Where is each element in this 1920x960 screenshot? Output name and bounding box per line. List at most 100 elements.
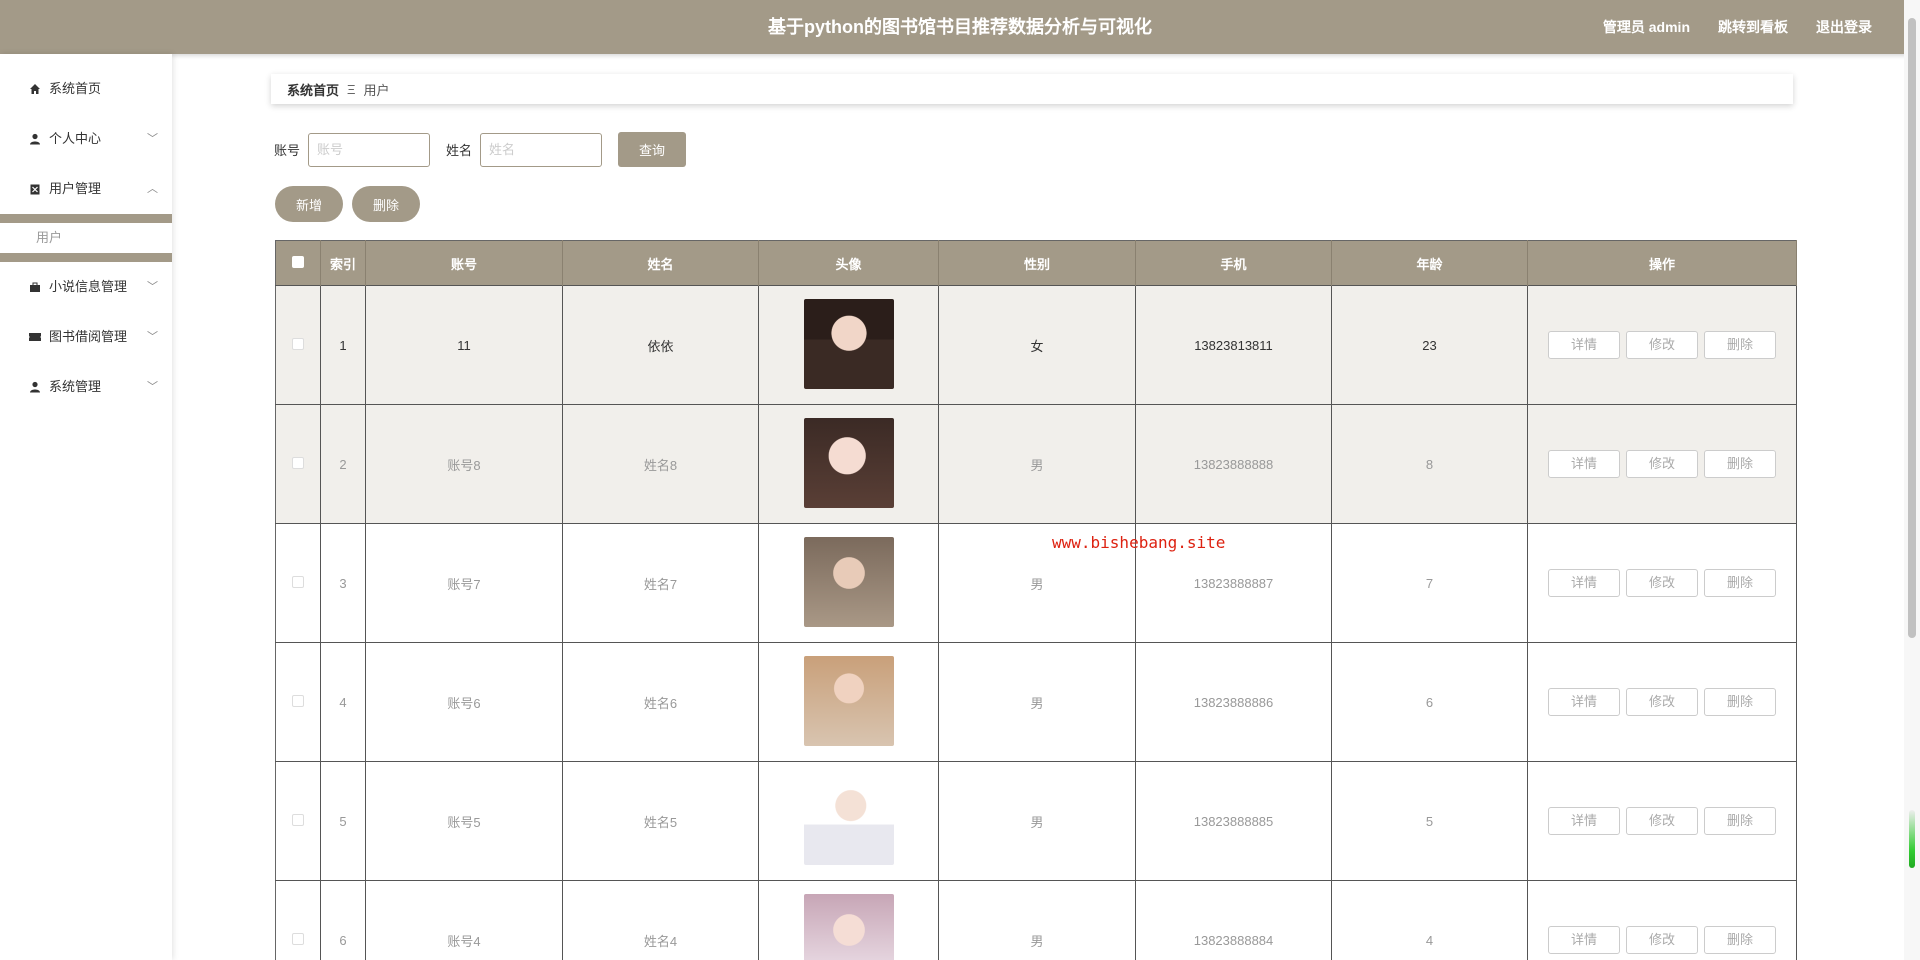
detail-button[interactable]: 详情 [1548, 688, 1620, 716]
cell-gender: 女 [938, 285, 1136, 405]
query-button[interactable]: 查询 [618, 132, 687, 167]
chevron-down-icon: ﹀ [147, 133, 158, 145]
admin-label: 管理员 admin [1602, 19, 1690, 35]
batch-delete-button[interactable]: 删除 [352, 186, 420, 222]
chevron-down-icon: ﹀ [147, 381, 158, 393]
top-bar-links: 管理员 admin 跳转到看板 退出登录 [1603, 0, 1872, 54]
top-bar: 基于python的图书馆书目推荐数据分析与可视化 管理员 admin 跳转到看板… [0, 0, 1920, 54]
account-search-input[interactable] [308, 132, 431, 167]
column-header-actions: 操作 [1527, 240, 1797, 286]
delete-button[interactable]: 删除 [1704, 688, 1776, 716]
cell-phone: 13823813811 [1135, 285, 1332, 405]
sidebar-item-personal-center[interactable]: 个人中心 ﹀ [0, 114, 172, 164]
column-header-avatar: 头像 [758, 240, 939, 286]
row-select-cell [275, 285, 321, 405]
delete-button[interactable]: 删除 [1704, 926, 1776, 954]
table-row[interactable]: 6 账号4 姓名4 男 13823888884 4 详情 修改 删除 [275, 880, 1797, 960]
delete-button[interactable]: 删除 [1704, 331, 1776, 359]
edit-button[interactable]: 修改 [1626, 331, 1698, 359]
row-checkbox[interactable] [292, 813, 304, 826]
sidebar-item-label: 小说信息管理 [49, 279, 128, 294]
row-select-cell [275, 761, 321, 881]
sidebar-item-book-borrow[interactable]: 图书借阅管理 ﹀ [0, 312, 172, 362]
table-header-row: 索引 账号 姓名 头像 性别 手机 年龄 操作 [275, 240, 1797, 286]
cell-index: 6 [320, 880, 366, 960]
cell-name: 姓名7 [562, 523, 759, 643]
clipboard-icon [25, 182, 45, 196]
avatar [803, 536, 894, 627]
action-buttons: 新增 删除 [275, 186, 420, 222]
edit-button[interactable]: 修改 [1626, 926, 1698, 954]
row-checkbox[interactable] [292, 337, 304, 350]
row-checkbox[interactable] [292, 932, 304, 945]
cell-actions: 详情 修改 删除 [1527, 880, 1797, 960]
cell-index: 3 [320, 523, 366, 643]
search-bar: 账号 姓名 查询 [274, 132, 687, 167]
table-row[interactable]: 1 11 依依女 13823813811 23 详情 修改 删除 [275, 285, 1797, 405]
row-select-cell [275, 523, 321, 643]
cell-account: 账号8 [365, 404, 563, 524]
cell-age: 7 [1331, 523, 1528, 643]
delete-button[interactable]: 删除 [1704, 807, 1776, 835]
name-search-input[interactable] [480, 132, 603, 167]
main-content: 系统首页 Ξ 用户 账号 姓名 查询 新增 删除 索引 账号 姓名 头像 性别 … [172, 54, 1892, 960]
page-scrollbar[interactable] [1904, 0, 1920, 960]
table-row[interactable]: 3 账号7 姓名7 男 13823888887 7 详情 修改 删除 [275, 523, 1797, 643]
cell-gender: 男 [938, 761, 1136, 881]
cell-name: 依依 [562, 285, 759, 405]
dashboard-link[interactable]: 跳转到看板 [1718, 0, 1788, 54]
chevron-down-icon: ﹀ [147, 281, 158, 293]
cell-avatar [758, 880, 939, 960]
row-select-cell [275, 880, 321, 960]
column-header-gender: 性别 [938, 240, 1136, 286]
home-icon [25, 82, 45, 96]
column-header-phone: 手机 [1135, 240, 1332, 286]
cell-age: 23 [1331, 285, 1528, 405]
cell-age: 4 [1331, 880, 1528, 960]
delete-button[interactable]: 删除 [1704, 569, 1776, 597]
cell-actions: 详情 修改 删除 [1527, 761, 1797, 881]
table-body: 1 11 依依女 13823813811 23 详情 修改 删除 2 账号8 姓名8 男 1382388… [275, 285, 1797, 960]
cell-name: 姓名4 [562, 880, 759, 960]
detail-button[interactable]: 详情 [1548, 807, 1620, 835]
cell-account: 账号6 [365, 642, 563, 762]
avatar [803, 298, 894, 389]
cell-actions: 详情 修改 删除 [1527, 285, 1797, 405]
cell-actions: 详情 修改 删除 [1527, 642, 1797, 762]
edit-button[interactable]: 修改 [1626, 569, 1698, 597]
row-checkbox[interactable] [292, 694, 304, 707]
sidebar-subitem-user[interactable]: 用户 [0, 223, 172, 253]
edit-button[interactable]: 修改 [1626, 450, 1698, 478]
row-checkbox[interactable] [292, 575, 304, 588]
table-row[interactable]: 4 账号6 姓名6 男 13823888886 6 详情 修改 删除 [275, 642, 1797, 762]
edit-button[interactable]: 修改 [1626, 688, 1698, 716]
cell-name: 姓名6 [562, 642, 759, 762]
detail-button[interactable]: 详情 [1548, 926, 1620, 954]
add-button[interactable]: 新增 [275, 186, 343, 222]
edit-button[interactable]: 修改 [1626, 807, 1698, 835]
scrollbar-thumb[interactable] [1908, 18, 1916, 638]
cell-index: 5 [320, 761, 366, 881]
detail-button[interactable]: 详情 [1548, 569, 1620, 597]
table-row[interactable]: 2 账号8 姓名8 男 13823888888 8 详情 修改 删除 [275, 404, 1797, 524]
cell-avatar [758, 285, 939, 405]
logout-link[interactable]: 退出登录 [1816, 0, 1872, 54]
detail-button[interactable]: 详情 [1548, 331, 1620, 359]
column-header-age: 年龄 [1331, 240, 1528, 286]
sidebar-item-system-management[interactable]: 系统管理 ﹀ [0, 362, 172, 412]
breadcrumb-home[interactable]: 系统首页 [287, 80, 339, 99]
sidebar-item-home[interactable]: 系统首页 [0, 64, 172, 114]
sidebar-item-user-management[interactable]: 用户管理 ︿ [0, 164, 172, 214]
cell-account: 账号7 [365, 523, 563, 643]
breadcrumb-separator: Ξ [347, 81, 356, 97]
sidebar-item-novel-info[interactable]: 小说信息管理 ﹀ [0, 262, 172, 312]
cell-phone: 13823888886 [1135, 642, 1332, 762]
cell-phone: 13823888888 [1135, 404, 1332, 524]
select-all-checkbox[interactable] [292, 255, 304, 268]
cell-age: 6 [1331, 642, 1528, 762]
row-checkbox[interactable] [292, 456, 304, 469]
sidebar-item-label: 用户管理 [49, 181, 102, 196]
detail-button[interactable]: 详情 [1548, 450, 1620, 478]
table-row[interactable]: 5 账号5 姓名5 男 13823888885 5 详情 修改 删除 [275, 761, 1797, 881]
delete-button[interactable]: 删除 [1704, 450, 1776, 478]
